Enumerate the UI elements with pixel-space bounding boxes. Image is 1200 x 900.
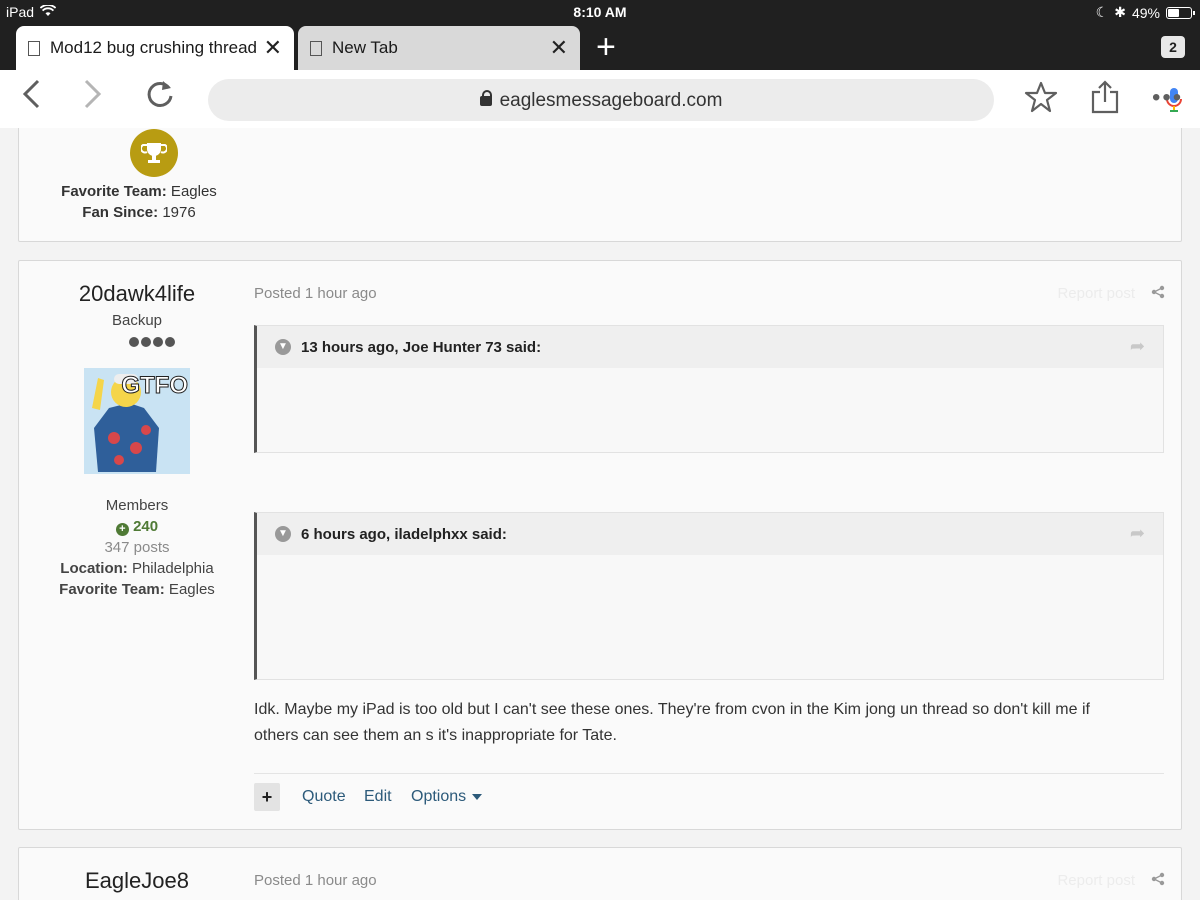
post-author[interactable]: 20dawk4life [19, 281, 255, 307]
tab-title: Mod12 bug crushing thread [50, 38, 256, 57]
close-icon[interactable]: ✕ [264, 35, 282, 61]
tab-title: New Tab [332, 38, 398, 57]
chevron-down-icon[interactable]: ▼ [275, 339, 291, 355]
report-post-link[interactable]: Report post [1057, 872, 1135, 889]
star-icon[interactable] [1024, 80, 1058, 123]
quote-citation: 13 hours ago, Joe Hunter 73 said: [301, 338, 542, 356]
fan-since: Fan Since: 1976 [82, 204, 196, 221]
more-menu-icon[interactable]: ••• [1152, 80, 1183, 116]
tab-mod12-thread[interactable]: Mod12 bug crushing thread ✕ [16, 26, 294, 70]
location: Location: Philadelphia [60, 560, 214, 577]
member-rank: Backup [111, 312, 163, 329]
reload-button[interactable] [145, 78, 175, 118]
post-card: EagleJoe8 Posted 1 hour ago Report post [18, 847, 1182, 900]
moon-icon: ☾ [1095, 4, 1109, 20]
rank-pips [129, 337, 175, 347]
trophy-icon [130, 129, 178, 177]
divider [254, 773, 1164, 774]
post-count[interactable]: 347 posts [19, 539, 255, 556]
post-timestamp[interactable]: Posted 1 hour ago [254, 285, 377, 302]
report-post-link[interactable]: Report post [1057, 285, 1135, 302]
avatar[interactable]: GTFO [84, 368, 190, 474]
member-group: Members [105, 497, 169, 514]
favorite-team: Favorite Team: Eagles [61, 183, 217, 200]
address-bar[interactable]: eaglesmessageboard.com [208, 79, 1182, 121]
share-icon[interactable] [1151, 872, 1165, 890]
battery-percent: 49% [1131, 4, 1160, 21]
document-icon [310, 40, 322, 56]
close-icon[interactable]: ✕ [550, 35, 568, 61]
options-menu-button[interactable]: Options [411, 788, 483, 806]
previous-post-card: Favorite Team: Eagles Fan Since: 1976 [18, 128, 1182, 242]
post-author[interactable]: EagleJoe8 [19, 868, 255, 894]
avatar-caption: GTFO [121, 372, 189, 400]
quote-button[interactable]: Quote [302, 788, 346, 806]
plus-circle-icon: + [115, 523, 129, 536]
clock: 8:10 AM [573, 4, 627, 20]
battery-icon [1166, 6, 1195, 19]
bluetooth-icon: ✱ [1114, 4, 1126, 20]
caret-down-icon [472, 793, 483, 800]
quote-block: ▼ 13 hours ago, Joe Hunter 73 said: ➦ [254, 325, 1164, 453]
chevron-down-icon[interactable]: ▼ [275, 526, 291, 542]
back-button[interactable] [20, 78, 42, 118]
tab-new-tab[interactable]: New Tab ✕ [298, 26, 580, 70]
status-bar: iPad 8:10 AM ☾ ✱ 49% [0, 0, 1200, 24]
post-card: 20dawk4life Backup GTFO Members + 240 34… [18, 260, 1182, 830]
tab-count-button[interactable]: 2 [1161, 36, 1185, 58]
go-to-quote-icon[interactable]: ➦ [1130, 336, 1145, 357]
new-tab-button[interactable]: + [596, 30, 616, 64]
post-timestamp[interactable]: Posted 1 hour ago [254, 872, 377, 889]
reputation-badge: + 240 [19, 518, 255, 536]
favorite-team: Favorite Team: Eagles [59, 581, 215, 598]
quote-block: ▼ 6 hours ago, iladelphxx said: ➦ [254, 512, 1164, 680]
multiquote-button[interactable]: + [254, 783, 280, 811]
post-body: Idk. Maybe my iPad is too old but I can'… [254, 701, 1090, 744]
document-icon [28, 40, 40, 56]
tab-bar: Mod12 bug crushing thread ✕ New Tab ✕ + … [0, 24, 1200, 70]
forward-button[interactable] [82, 78, 104, 118]
share-icon[interactable] [1151, 285, 1165, 303]
lock-icon [479, 90, 492, 106]
browser-toolbar: eaglesmessageboard.com ••• [0, 70, 1200, 128]
url-text: eaglesmessageboard.com [499, 90, 723, 111]
edit-button[interactable]: Edit [364, 788, 392, 806]
quote-citation: 6 hours ago, iladelphxx said: [301, 525, 507, 543]
page-content: Favorite Team: Eagles Fan Since: 1976 20… [0, 128, 1200, 900]
share-icon[interactable] [1090, 80, 1120, 123]
go-to-quote-icon[interactable]: ➦ [1130, 523, 1145, 544]
